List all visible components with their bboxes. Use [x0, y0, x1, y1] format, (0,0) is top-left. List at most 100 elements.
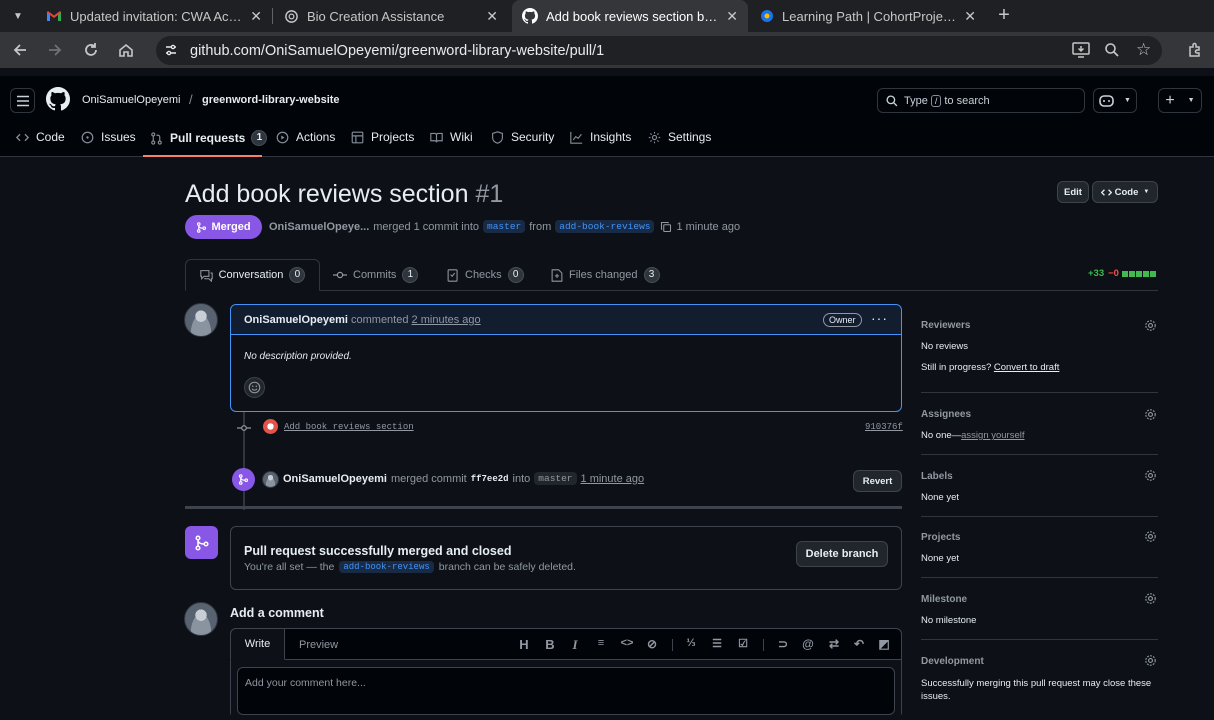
browser-tab-github[interactable]: Add book reviews section by Oni ✕ — [512, 0, 748, 32]
install-app-icon[interactable] — [1072, 42, 1090, 58]
tab-files-changed[interactable]: Files changed 3 — [551, 267, 660, 283]
merged-branch[interactable]: add-book-reviews — [339, 561, 434, 573]
unordered-list-icon[interactable]: ☰ — [709, 637, 725, 650]
tab-actions[interactable]: Actions — [276, 130, 335, 144]
tab-issues[interactable]: Issues — [81, 130, 136, 144]
tab-insights[interactable]: Insights — [570, 130, 631, 144]
assignees-title[interactable]: Assignees — [921, 409, 971, 420]
tab-pull-requests[interactable]: Pull requests 1 — [150, 130, 268, 146]
search-input[interactable]: Type / to search — [877, 88, 1085, 113]
merge-sha[interactable]: ff7ee2d — [471, 474, 509, 484]
numbered-list-icon[interactable]: ⅓ — [683, 637, 699, 649]
labels-title[interactable]: Labels — [921, 471, 953, 482]
address-bar[interactable]: github.com/OniSamuelOpeyemi/greenword-li… — [156, 36, 1162, 65]
browser-tab-cohort[interactable]: Learning Path | CohortProject | I ✕ — [750, 0, 986, 32]
reload-button[interactable] — [79, 38, 103, 62]
forward-button[interactable] — [43, 38, 67, 62]
slash-command-icon[interactable]: ◩ — [876, 637, 892, 651]
copilot-button[interactable]: ▼ — [1093, 88, 1137, 113]
milestone-title[interactable]: Milestone — [921, 594, 967, 605]
avatar[interactable] — [184, 303, 218, 337]
delete-branch-button[interactable]: Delete branch — [796, 541, 888, 567]
code-dropdown-button[interactable]: Code ▼ — [1092, 181, 1158, 203]
reviewers-title[interactable]: Reviewers — [921, 320, 970, 331]
attach-icon[interactable]: ⊃ — [775, 637, 791, 651]
projects-title[interactable]: Projects — [921, 532, 960, 543]
commit-message-link[interactable]: Add book reviews section — [284, 422, 414, 432]
pr-author-link[interactable]: OniSamuelOpeye... — [269, 221, 369, 233]
gear-icon[interactable] — [1144, 530, 1157, 543]
italic-icon[interactable]: I — [567, 637, 583, 653]
gear-icon[interactable] — [1144, 319, 1157, 332]
task-list-icon[interactable]: ☑ — [735, 637, 751, 650]
tab-conversation[interactable]: Conversation 0 — [185, 259, 320, 291]
extensions-icon[interactable] — [1183, 38, 1207, 62]
base-branch[interactable]: master — [483, 220, 526, 233]
reply-icon[interactable]: ↶ — [851, 637, 867, 651]
home-button[interactable] — [114, 38, 138, 62]
browser-tab-chatgpt[interactable]: Bio Creation Assistance ✕ — [274, 0, 508, 32]
github-logo-icon[interactable] — [46, 87, 70, 111]
heading-icon[interactable]: H — [516, 637, 532, 652]
tab-settings[interactable]: Settings — [648, 130, 711, 144]
additions-count: +33 — [1088, 268, 1105, 279]
close-icon[interactable]: ✕ — [250, 8, 262, 25]
merge-author[interactable]: OniSamuelOpeyemi — [283, 473, 387, 485]
bookmark-star-icon[interactable]: ☆ — [1136, 41, 1151, 58]
cross-reference-icon[interactable]: ⇄ — [826, 637, 842, 651]
commit-sha-link[interactable]: 910376f — [865, 422, 903, 432]
development-title[interactable]: Development — [921, 656, 984, 667]
head-branch[interactable]: add-book-reviews — [555, 220, 655, 233]
gear-icon[interactable] — [1144, 469, 1157, 482]
merge-time[interactable]: 1 minute ago — [581, 473, 645, 485]
revert-button[interactable]: Revert — [853, 470, 902, 492]
copy-icon[interactable] — [660, 221, 672, 233]
draft-prompt: Still in progress? Convert to draft — [921, 362, 1060, 373]
mention-icon[interactable]: @ — [800, 637, 816, 651]
gear-icon[interactable] — [1144, 408, 1157, 421]
assign-yourself-link[interactable]: assign yourself — [961, 430, 1024, 441]
comment-body: No description provided. — [244, 351, 352, 362]
gear-icon[interactable] — [1144, 654, 1157, 667]
quote-icon[interactable]: ≡ — [593, 637, 609, 649]
menu-button[interactable] — [10, 88, 35, 113]
tab-wiki[interactable]: Wiki — [430, 130, 473, 144]
add-reaction-button[interactable] — [244, 377, 265, 398]
edit-title-button[interactable]: Edit — [1057, 181, 1089, 203]
repo-name-link[interactable]: greenword-library-website — [202, 94, 340, 106]
tab-checks[interactable]: Checks 0 — [447, 267, 524, 283]
pr-title-row: Add book reviews section #1 — [185, 180, 503, 209]
site-settings-icon[interactable] — [164, 43, 178, 57]
tab-preview[interactable]: Preview — [299, 639, 338, 651]
github-header: OniSamuelOpeyemi / greenword-library-web… — [0, 76, 1214, 157]
comment-time[interactable]: 2 minutes ago — [412, 314, 481, 326]
close-icon[interactable]: ✕ — [726, 8, 738, 25]
tab-code[interactable]: Code — [16, 130, 65, 144]
browser-tab-gmail[interactable]: Updated invitation: CWA Acade ✕ — [36, 0, 272, 32]
tab-commits[interactable]: Commits 1 — [333, 267, 419, 283]
tab-projects[interactable]: Projects — [351, 130, 414, 144]
new-tab-button[interactable]: + — [992, 4, 1016, 28]
gear-icon[interactable] — [1144, 592, 1157, 605]
repo-owner-link[interactable]: OniSamuelOpeyemi — [82, 94, 180, 106]
tab-write[interactable]: Write — [230, 628, 285, 660]
bold-icon[interactable]: B — [542, 637, 558, 652]
table-icon — [351, 131, 371, 144]
code-icon[interactable]: <> — [619, 637, 635, 649]
create-new-button[interactable]: + ▼ — [1158, 88, 1202, 113]
zoom-icon[interactable] — [1104, 42, 1120, 58]
close-icon[interactable]: ✕ — [486, 8, 498, 25]
assignees-value: No one—assign yourself — [921, 430, 1025, 441]
tab-security[interactable]: Security — [491, 130, 554, 144]
link-icon[interactable]: ⊘ — [644, 637, 660, 651]
development-value: Successfully merging this pull request m… — [921, 678, 1152, 702]
merge-target-branch[interactable]: master — [534, 472, 577, 485]
back-button[interactable] — [8, 38, 32, 62]
comment-textarea[interactable]: Add your comment here... — [237, 667, 895, 715]
kebab-menu-icon[interactable]: ··· — [871, 310, 888, 326]
close-icon[interactable]: ✕ — [964, 8, 976, 25]
avatar[interactable] — [262, 471, 279, 488]
tab-search-button[interactable]: ▼ — [6, 4, 30, 28]
comment-author[interactable]: OniSamuelOpeyemi — [244, 314, 348, 326]
convert-to-draft-link[interactable]: Convert to draft — [994, 362, 1059, 373]
